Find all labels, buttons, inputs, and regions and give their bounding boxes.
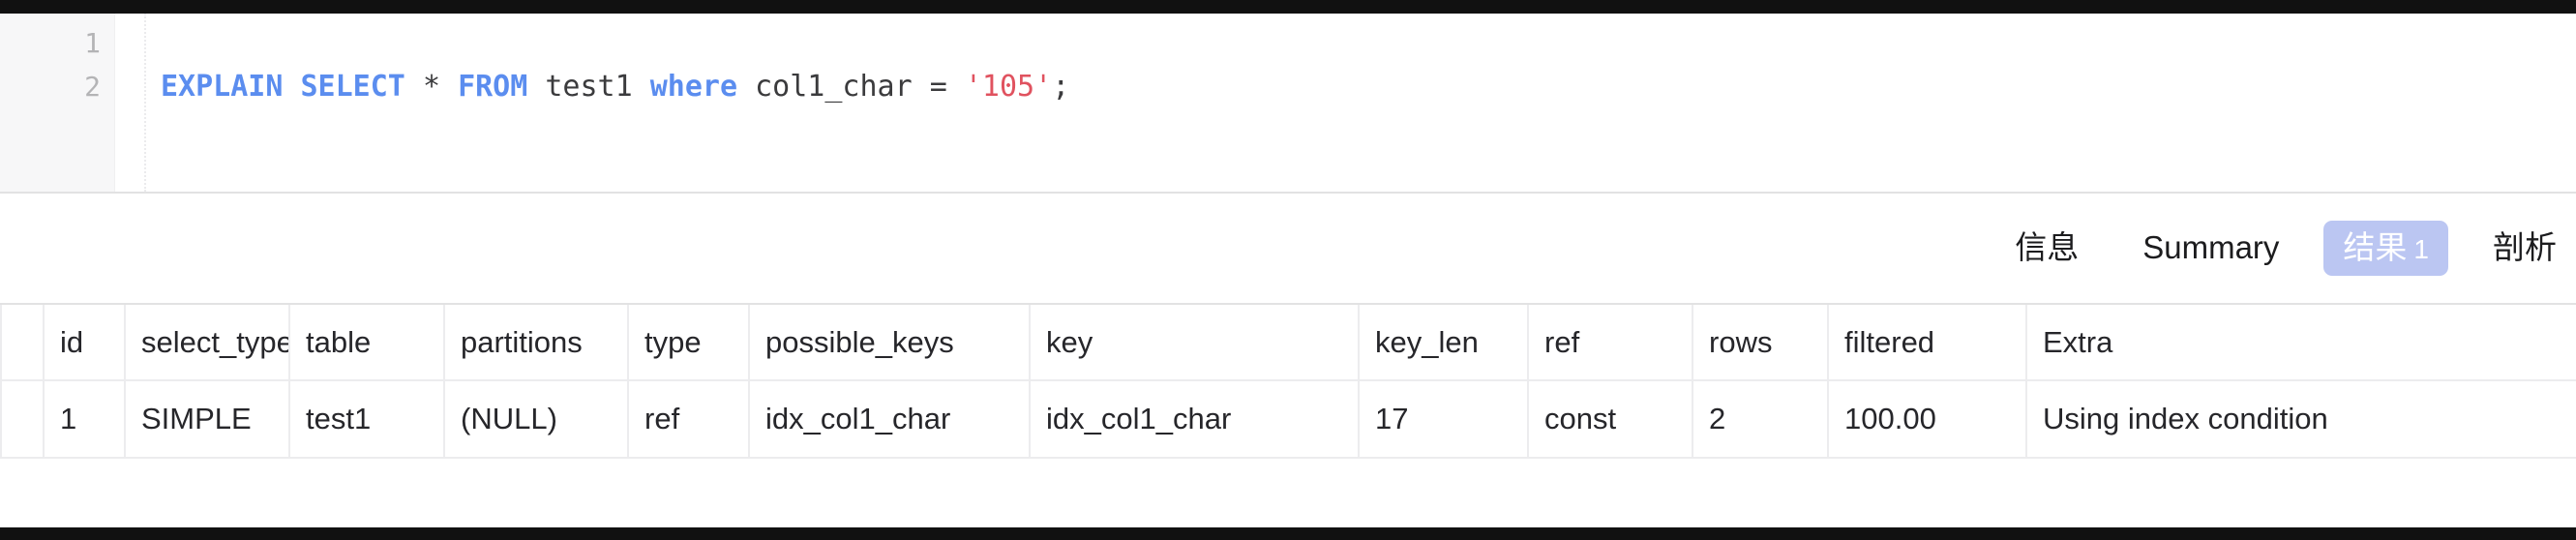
column-header-select_type[interactable]: select_type [125, 305, 290, 381]
column-header-key[interactable]: key [1030, 305, 1360, 381]
column-header-type[interactable]: type [628, 305, 750, 381]
sql-editor[interactable]: 12 EXPLAIN SELECT * FROM test1 where col… [0, 14, 2576, 194]
column-header-table[interactable]: table [289, 305, 445, 381]
code-token-ws [440, 70, 458, 104]
code-token-ws [947, 70, 965, 104]
code-token-id: test1 [545, 70, 633, 104]
cell-partitions[interactable]: (NULL) [444, 380, 629, 459]
cell-ref[interactable]: const [1528, 380, 1693, 459]
code-token-kw: where [649, 70, 738, 104]
code-token-op: * [422, 70, 440, 104]
table-row[interactable]: 1 SIMPLE test1 (NULL) ref idx_col1_char idx_co… [0, 380, 2576, 459]
row-selector[interactable] [0, 380, 45, 459]
code-token-punc: ; [1052, 70, 1070, 104]
tab-count-badge: 1 [2413, 234, 2429, 265]
cell-type[interactable]: ref [628, 380, 750, 459]
code-line[interactable]: EXPLAIN SELECT * FROM test1 where col1_c… [115, 65, 2576, 108]
code-token-kw: FROM [458, 70, 528, 104]
window-bottom-bar [0, 527, 2576, 540]
cell-select_type[interactable]: SIMPLE [125, 380, 290, 459]
tab-item-2[interactable]: 结果 1 [2323, 221, 2448, 276]
column-header-id[interactable]: id [44, 305, 126, 381]
code-token-ws [283, 70, 300, 104]
cell-key_len[interactable]: 17 [1359, 380, 1529, 459]
code-token-ws [737, 70, 755, 104]
column-header-rows[interactable]: rows [1692, 305, 1829, 381]
explain-result-table: id select_type table partitions type possible… [0, 305, 2576, 459]
tab-item-0[interactable]: 信息 [1995, 221, 2098, 276]
code-token-ws [527, 70, 545, 104]
row-header-corner[interactable] [0, 305, 45, 381]
column-header-ref[interactable]: ref [1528, 305, 1693, 381]
code-token-kw: SELECT [300, 70, 405, 104]
editor-code-area[interactable]: EXPLAIN SELECT * FROM test1 where col1_c… [115, 14, 2576, 192]
cell-rows[interactable]: 2 [1692, 380, 1829, 459]
tab-label: 信息 [2015, 229, 2080, 266]
cell-filtered[interactable]: 100.00 [1828, 380, 2027, 459]
code-token-id: col1_char [755, 70, 913, 104]
cell-id[interactable]: 1 [44, 380, 126, 459]
indent-guide [144, 14, 146, 192]
tab-item-3[interactable]: 剖析 [2473, 221, 2576, 276]
table-header: id select_type table partitions type possible… [0, 305, 2576, 381]
tab-summary[interactable]: Summary [2123, 221, 2298, 276]
line-number: 2 [84, 71, 101, 103]
column-header-filtered[interactable]: filtered [1828, 305, 2027, 381]
code-token-str: '105' [964, 70, 1053, 104]
cell-Extra[interactable]: Using index condition [2026, 380, 2576, 459]
table-header-row: id select_type table partitions type possible… [0, 305, 2576, 381]
line-number: 1 [84, 27, 101, 59]
tab-label: 剖析 [2493, 229, 2557, 266]
cell-key[interactable]: idx_col1_char [1030, 380, 1360, 459]
result-tabs: 信息 Summary 结果 1 剖析 [0, 194, 2576, 305]
editor-line-number-gutter: 12 [0, 14, 115, 192]
table-body: 1 SIMPLE test1 (NULL) ref idx_col1_char idx_co… [0, 380, 2576, 459]
column-header-key_len[interactable]: key_len [1359, 305, 1529, 381]
cell-possible_keys[interactable]: idx_col1_char [749, 380, 1031, 459]
code-line[interactable] [115, 21, 2576, 65]
code-token-op: = [929, 70, 947, 104]
tab-label: Summary [2142, 229, 2280, 266]
code-token-ws [405, 70, 423, 104]
column-header-partitions[interactable]: partitions [444, 305, 629, 381]
tab-label: 结果 [2343, 229, 2408, 266]
column-header-Extra[interactable]: Extra [2026, 305, 2576, 381]
column-header-possible_keys[interactable]: possible_keys [749, 305, 1031, 381]
sql-client-window: 12 EXPLAIN SELECT * FROM test1 where col… [0, 0, 2576, 540]
cell-table[interactable]: test1 [289, 380, 445, 459]
code-token-ws [633, 70, 650, 104]
code-token-kw: EXPLAIN [161, 70, 284, 104]
result-grid-container[interactable]: id select_type table partitions type possible… [0, 305, 2576, 527]
window-top-bar [0, 0, 2576, 14]
code-token-ws [913, 70, 930, 104]
